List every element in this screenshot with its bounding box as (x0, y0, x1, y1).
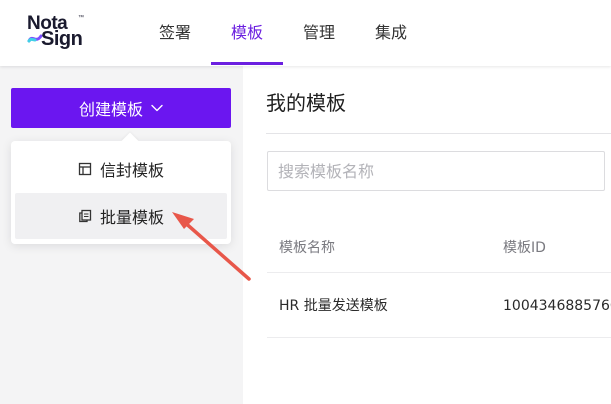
title-divider (266, 133, 611, 134)
table-header-divider (267, 272, 611, 273)
chevron-down-icon (151, 104, 163, 112)
cell-template-name[interactable]: HR 批量发送模板 (279, 297, 388, 315)
logo-text-sign: Sign (41, 28, 83, 50)
dropdown-item-label: 批量模板 (99, 208, 164, 227)
copy-icon (79, 209, 92, 223)
nav-tab-sign[interactable]: 签署 (159, 22, 191, 44)
nav-tab-integration[interactable]: 集成 (375, 22, 407, 44)
create-template-button[interactable]: 创建模板 (11, 88, 231, 128)
create-template-label: 创建模板 (78, 100, 143, 119)
dropdown-item-envelope-template[interactable]: 信封模板 (15, 146, 227, 192)
dropdown-item-batch-template[interactable]: 批量模板 (15, 193, 227, 239)
nav-tab-templates[interactable]: 模板 (231, 22, 263, 44)
window-icon (78, 162, 92, 176)
column-header-template-name[interactable]: 模板名称 (279, 239, 335, 257)
table-row-divider (267, 337, 611, 338)
search-template-input[interactable] (267, 151, 605, 191)
dropdown-item-label: 信封模板 (99, 161, 164, 180)
top-header: Nota ™ Sign 签署 模板 管理 集成 (0, 0, 611, 66)
nav-tab-manage[interactable]: 管理 (303, 22, 335, 44)
create-template-dropdown: 信封模板 批量模板 (11, 132, 231, 244)
page-title: 我的模板 (266, 91, 346, 115)
logo-trademark: ™ (78, 15, 84, 21)
notasign-logo[interactable]: Nota ™ Sign (27, 14, 91, 52)
cell-template-id: 1004346885760 (503, 298, 611, 314)
active-tab-indicator (211, 62, 283, 65)
column-header-template-id[interactable]: 模板ID (503, 239, 546, 257)
